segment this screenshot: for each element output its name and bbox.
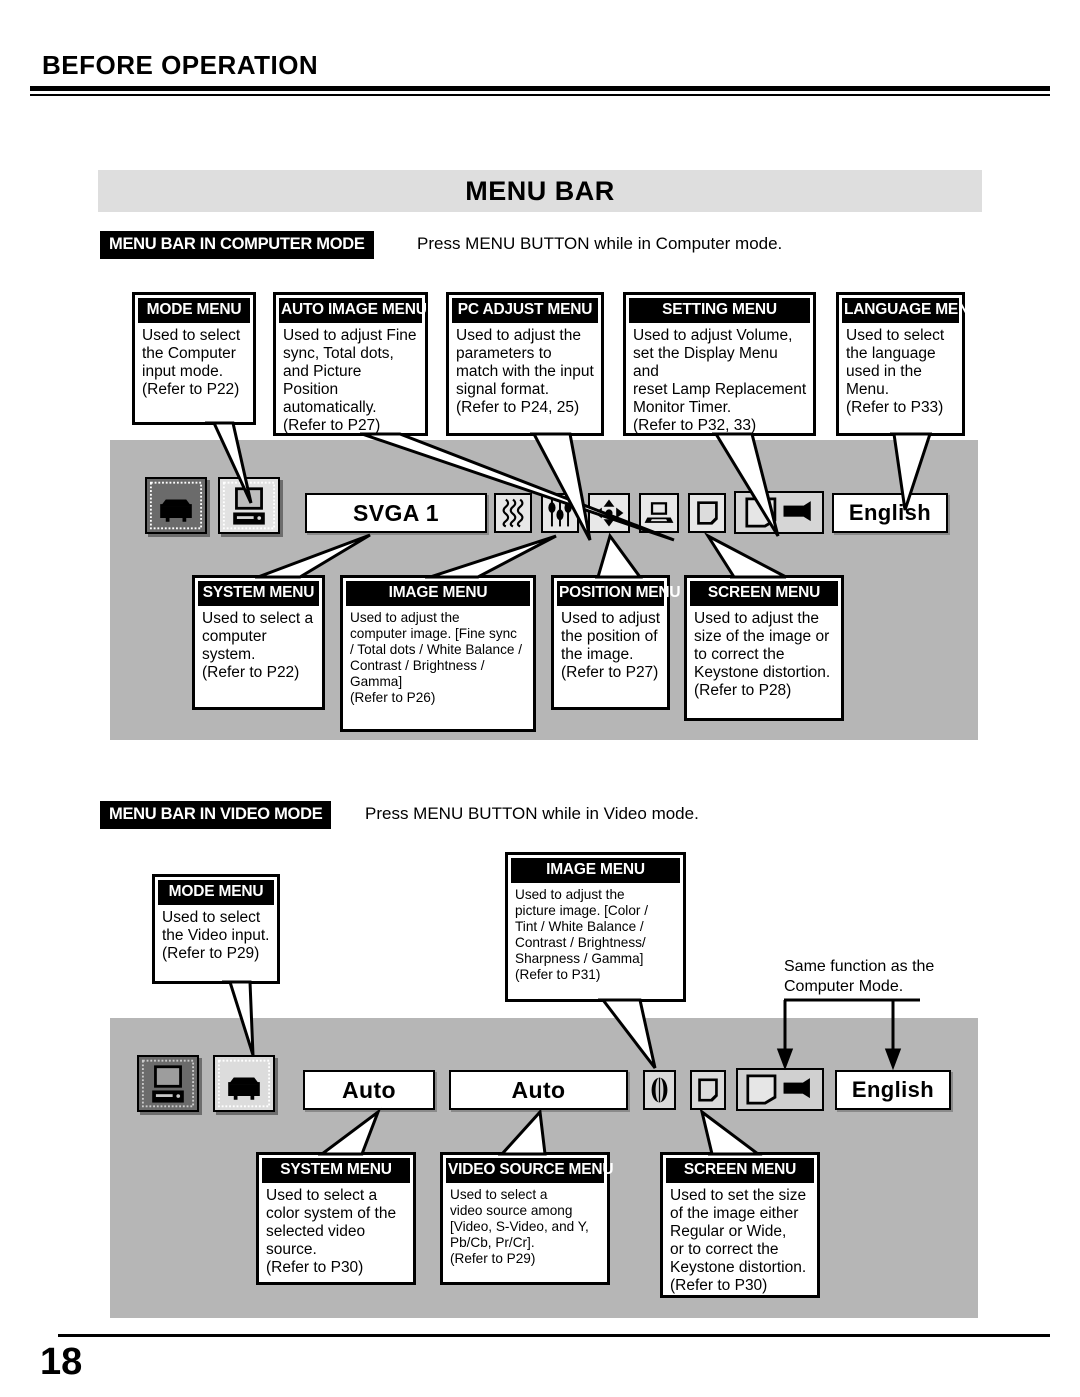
system-menu-value: SVGA 1 — [353, 499, 439, 526]
computer-monitor-glyph — [141, 1059, 195, 1108]
laptop-glyph — [644, 502, 674, 523]
callout-title: AUTO IMAGE MENU — [279, 298, 427, 323]
page-number: 18 — [40, 1341, 83, 1383]
language-menu-value: English — [848, 500, 932, 525]
projector-glyph — [149, 481, 203, 530]
callout-body: Used to set the size of the image either… — [670, 1187, 807, 1294]
computer-monitor-glyph — [222, 481, 276, 530]
video-mode-note: Press MENU BUTTON while in Video mode. — [365, 804, 699, 823]
projector-icon[interactable] — [145, 477, 207, 534]
callout-auto-image-menu: AUTO IMAGE MENU Used to adjust Fine sync… — [273, 292, 428, 436]
computer-mode-tag: MENU BAR IN COMPUTER MODE — [100, 231, 374, 259]
setting-projector-glyph — [746, 1074, 810, 1105]
callout-title: PC ADJUST MENU — [452, 298, 598, 323]
video-source-menu-value: Auto — [511, 1076, 566, 1103]
screen-page-icon[interactable] — [688, 493, 726, 533]
section-banner-label: MENU BAR — [465, 175, 615, 206]
computer-monitor-icon[interactable] — [137, 1055, 199, 1112]
callout-body: Used to adjust the parameters to match w… — [456, 327, 594, 416]
sphere-pattern-glyph — [651, 1077, 668, 1103]
callout-screen-menu-computer: SCREEN MENU Used to adjust the size of t… — [684, 575, 844, 721]
callout-body: Used to adjust the size of the image or … — [694, 610, 831, 699]
video-language-menu-value: English — [851, 1077, 935, 1102]
setting-projector-icon[interactable] — [734, 491, 824, 534]
header-divider-thin — [30, 94, 1050, 96]
callout-mode-menu-computer: MODE MENU Used to select the Computer in… — [132, 292, 256, 425]
callout-body: Used to adjust Fine sync, Total dots, an… — [283, 327, 417, 434]
four-arrows-glyph — [594, 499, 624, 527]
callout-mode-menu-video: MODE MENU Used to select the Video input… — [152, 874, 280, 984]
header-divider-thick — [30, 86, 1050, 91]
callout-body: Used to adjust the computer image. [Fine… — [350, 610, 523, 706]
callout-body: Used to select the Video input. (Refer t… — [162, 909, 270, 962]
callout-position-menu: POSITION MENU Used to adjust the positio… — [551, 575, 681, 710]
callout-title: SYSTEM MENU — [198, 581, 319, 606]
projector-glyph — [217, 1059, 271, 1108]
video-language-menu-value-box[interactable]: English — [835, 1070, 951, 1110]
sliders-icon[interactable] — [541, 493, 579, 533]
video-mode-tag: MENU BAR IN VIDEO MODE — [100, 801, 332, 829]
callout-setting-menu: SETTING MENU Used to adjust Volume, set … — [623, 292, 816, 436]
laptop-icon[interactable] — [639, 493, 679, 533]
callout-image-menu-video: IMAGE MENU Used to adjust the picture im… — [505, 852, 686, 1002]
callout-title: MODE MENU — [138, 298, 250, 323]
callout-body: Used to select a color system of the sel… — [266, 1187, 397, 1276]
setting-projector-icon[interactable] — [736, 1068, 824, 1111]
callout-system-menu-computer: SYSTEM MENU Used to select a computer sy… — [192, 575, 325, 710]
callout-title: SYSTEM MENU — [262, 1158, 410, 1183]
callout-title: LANGUAGE MENU — [842, 298, 980, 323]
callout-body: Used to select a computer system. (Refer… — [202, 610, 314, 681]
screen-page-glyph — [697, 501, 718, 525]
callout-screen-menu-video: SCREEN MENU Used to set the size of the … — [660, 1152, 820, 1298]
footer-divider — [58, 1334, 1050, 1337]
callout-title: IMAGE MENU — [511, 858, 680, 883]
sliders-glyph — [548, 499, 572, 527]
same-function-note: Same function as the Computer Mode. — [784, 958, 935, 995]
callout-language-menu: LANGUAGE MENU Used to select the languag… — [836, 292, 980, 436]
callout-body: Used to adjust the picture image. [Color… — [515, 887, 648, 983]
callout-body: Used to select the language used in the … — [846, 327, 945, 416]
projector-icon[interactable] — [213, 1055, 275, 1112]
callout-pc-adjust-menu: PC ADJUST MENU Used to adjust the parame… — [446, 292, 604, 436]
video-system-menu-value: Auto — [342, 1076, 396, 1103]
callout-body: Used to select the Computer input mode. … — [142, 327, 241, 398]
wave-pattern-icon[interactable] — [494, 493, 532, 533]
system-menu-value-box[interactable]: SVGA 1 — [305, 493, 487, 533]
callout-image-menu-computer: IMAGE MENU Used to adjust the computer i… — [340, 575, 536, 732]
wave-pattern-glyph — [502, 498, 524, 528]
computer-monitor-icon[interactable] — [218, 477, 280, 534]
callout-title: POSITION MENU — [557, 581, 681, 606]
page-title: BEFORE OPERATION — [42, 50, 319, 80]
callout-title: IMAGE MENU — [346, 581, 530, 606]
sphere-pattern-icon[interactable] — [643, 1070, 676, 1110]
callout-body: Used to adjust Volume, set the Display M… — [633, 327, 807, 434]
language-menu-value-box[interactable]: English — [832, 493, 948, 533]
callout-title: SETTING MENU — [629, 298, 810, 323]
callout-title: SCREEN MENU — [690, 581, 838, 606]
screen-page-icon[interactable] — [690, 1070, 726, 1110]
callout-title: MODE MENU — [158, 880, 274, 905]
callout-title: VIDEO SOURCE MENU — [446, 1158, 614, 1183]
video-source-menu-value-box[interactable]: Auto — [449, 1070, 628, 1110]
video-system-menu-value-box[interactable]: Auto — [303, 1070, 435, 1110]
callout-body: Used to select a video source among [Vid… — [450, 1187, 589, 1267]
setting-projector-glyph — [745, 497, 811, 528]
callout-video-source-menu: VIDEO SOURCE MENU Used to select a video… — [440, 1152, 614, 1285]
four-arrows-icon[interactable] — [588, 493, 630, 533]
screen-page-glyph — [698, 1078, 718, 1102]
callout-body: Used to adjust the position of the image… — [561, 610, 661, 681]
callout-system-menu-video: SYSTEM MENU Used to select a color syste… — [256, 1152, 416, 1285]
section-banner: MENU BAR — [98, 170, 982, 212]
computer-mode-note: Press MENU BUTTON while in Computer mode… — [417, 234, 783, 253]
callout-title: SCREEN MENU — [666, 1158, 814, 1183]
